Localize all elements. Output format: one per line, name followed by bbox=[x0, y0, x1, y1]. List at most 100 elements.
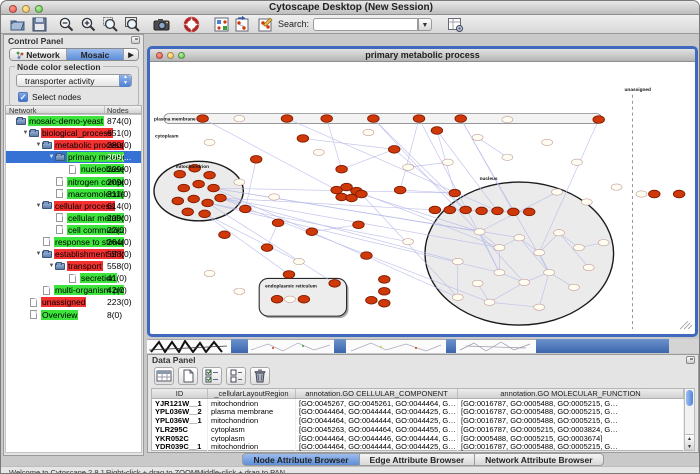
float-data-panel-icon[interactable] bbox=[686, 356, 695, 364]
tree-row[interactable]: nucleobase-209(0) bbox=[6, 163, 141, 175]
network-node[interactable] bbox=[321, 115, 333, 123]
vizmapper-icon[interactable] bbox=[234, 16, 251, 33]
table-cell[interactable]: [GO:0016787, GO:0005488, GO:0005215, G… bbox=[458, 442, 684, 451]
network-node[interactable] bbox=[571, 159, 582, 165]
tree-row[interactable]: secretion41(0) bbox=[6, 272, 141, 284]
network-node[interactable] bbox=[452, 258, 463, 264]
table-column-header[interactable]: annotation.GO CELLULAR_COMPONENT bbox=[296, 389, 458, 398]
node-color-dropdown[interactable]: transporter activity ▲▼ bbox=[16, 74, 132, 87]
table-cell[interactable]: [GO:0045267, GO:0045261, GO:0044464, G… bbox=[296, 399, 458, 408]
network-node[interactable] bbox=[204, 171, 216, 179]
network-edge[interactable] bbox=[342, 149, 395, 169]
tree-row[interactable]: ▼primary metabo209(... bbox=[6, 151, 141, 163]
network-node[interactable] bbox=[298, 295, 310, 303]
table-cell[interactable]: mitochondrion bbox=[208, 399, 296, 408]
select-nodes-checkbox[interactable]: ✓ bbox=[18, 92, 28, 102]
tab-network[interactable]: Network bbox=[10, 49, 67, 60]
network-node[interactable] bbox=[379, 276, 391, 284]
network-node[interactable] bbox=[361, 252, 373, 260]
disclosure-triangle-icon[interactable]: ▼ bbox=[22, 130, 29, 136]
tab-node-attribute-browser[interactable]: Node Attribute Browser bbox=[242, 453, 359, 466]
disclosure-triangle-icon[interactable]: ▼ bbox=[35, 142, 42, 148]
network-edge[interactable] bbox=[220, 198, 457, 262]
network-node[interactable] bbox=[611, 184, 622, 190]
network-node[interactable] bbox=[484, 299, 495, 305]
disclosure-triangle-icon[interactable]: ▼ bbox=[48, 263, 55, 269]
background-window-edge[interactable] bbox=[536, 339, 669, 353]
disclosure-triangle-icon[interactable]: ▼ bbox=[48, 154, 55, 160]
network-node[interactable] bbox=[476, 207, 488, 215]
network-node[interactable] bbox=[403, 239, 414, 245]
network-node[interactable] bbox=[215, 194, 227, 202]
network-node[interactable] bbox=[240, 205, 252, 213]
network-edge[interactable] bbox=[303, 138, 394, 149]
tree-row-label[interactable]: Overview bbox=[41, 310, 78, 320]
network-node[interactable] bbox=[472, 134, 483, 140]
background-window-edge[interactable] bbox=[334, 339, 346, 353]
table-cell[interactable]: YLR295C bbox=[152, 425, 208, 434]
table-cell[interactable]: [GO:0016787, GO:0005215, GO:0003824, G… bbox=[458, 425, 684, 434]
network-node[interactable] bbox=[519, 279, 530, 285]
network-edge[interactable] bbox=[478, 137, 508, 157]
network-node[interactable] bbox=[593, 116, 605, 124]
network-node[interactable] bbox=[673, 190, 685, 198]
tree-row[interactable]: ▼establishment of lo558(0) bbox=[6, 248, 141, 260]
table-row[interactable]: YLR295Ccytoplasm[GO:0045263, GO:0044464,… bbox=[152, 425, 684, 434]
network-node[interactable] bbox=[472, 280, 483, 286]
tree-row[interactable]: cellular metabol209(0) bbox=[6, 212, 141, 224]
table-cell[interactable]: YPL036W__2 bbox=[152, 407, 208, 416]
tree-row[interactable]: unassigned223(0) bbox=[6, 296, 141, 308]
network-node[interactable] bbox=[542, 139, 553, 145]
network-node[interactable] bbox=[285, 296, 296, 302]
network-node[interactable] bbox=[272, 219, 284, 227]
network-node[interactable] bbox=[313, 149, 324, 155]
open-network-icon[interactable] bbox=[9, 16, 26, 33]
search-dropdown-icon[interactable]: ▼ bbox=[418, 18, 432, 31]
network-node[interactable] bbox=[568, 284, 579, 290]
table-cell[interactable]: [GO:0045263, GO:0044464, GO:0044455, G… bbox=[296, 425, 458, 434]
tree-row[interactable]: mosaic-demo-yeast874(0) bbox=[6, 115, 141, 127]
overview-icon[interactable] bbox=[213, 16, 230, 33]
network-node[interactable] bbox=[250, 156, 262, 164]
network-node[interactable] bbox=[598, 239, 609, 245]
network-node[interactable] bbox=[208, 184, 220, 192]
network-node[interactable] bbox=[199, 210, 211, 218]
network-node[interactable] bbox=[306, 228, 318, 236]
network-node[interactable] bbox=[455, 115, 467, 123]
delete-attribute-icon[interactable] bbox=[250, 367, 270, 385]
tree-row[interactable]: ▼transport558(0) bbox=[6, 260, 141, 272]
network-node[interactable] bbox=[442, 159, 453, 165]
resize-grip-icon[interactable] bbox=[680, 321, 688, 329]
table-cell[interactable]: [GO:0044464, GO:0044444, GO:0044425, G… bbox=[296, 416, 458, 425]
network-edge[interactable] bbox=[400, 119, 419, 190]
network-node[interactable] bbox=[193, 180, 205, 188]
network-node[interactable] bbox=[552, 189, 563, 195]
tree-row[interactable]: response to stimulu264(0) bbox=[6, 236, 141, 248]
network-node[interactable] bbox=[544, 269, 555, 275]
network-node[interactable] bbox=[452, 294, 463, 300]
network-node[interactable] bbox=[204, 139, 215, 145]
network-node[interactable] bbox=[514, 235, 525, 241]
network-node[interactable] bbox=[219, 231, 231, 239]
network-node[interactable] bbox=[368, 115, 380, 123]
background-window-fragment[interactable] bbox=[147, 339, 231, 353]
table-cell[interactable]: [GO:0005488, GO:0005215, GO:0003674] bbox=[458, 434, 684, 443]
background-window-edge[interactable] bbox=[231, 339, 248, 353]
tree-row[interactable]: ▼cellular process614(0) bbox=[6, 200, 141, 212]
network-node[interactable] bbox=[234, 288, 245, 294]
network-node[interactable] bbox=[431, 127, 443, 135]
network-node[interactable] bbox=[494, 269, 505, 275]
table-cell[interactable]: mitochondrion bbox=[208, 416, 296, 425]
table-row[interactable]: YJR121W__1mitochondrion[GO:0045267, GO:0… bbox=[152, 399, 684, 408]
help-icon[interactable] bbox=[183, 16, 200, 33]
network-node[interactable] bbox=[178, 184, 190, 192]
zoom-fit-icon[interactable] bbox=[124, 16, 141, 33]
network-node[interactable] bbox=[197, 115, 209, 123]
save-session-icon[interactable] bbox=[31, 16, 48, 33]
tree-row[interactable]: Overview8(0) bbox=[6, 309, 141, 321]
search-input[interactable] bbox=[313, 18, 418, 31]
table-cell[interactable]: plasma membrane bbox=[208, 407, 296, 416]
background-window-fragment[interactable] bbox=[456, 339, 536, 353]
network-node[interactable] bbox=[363, 129, 374, 135]
network-node[interactable] bbox=[394, 186, 406, 194]
